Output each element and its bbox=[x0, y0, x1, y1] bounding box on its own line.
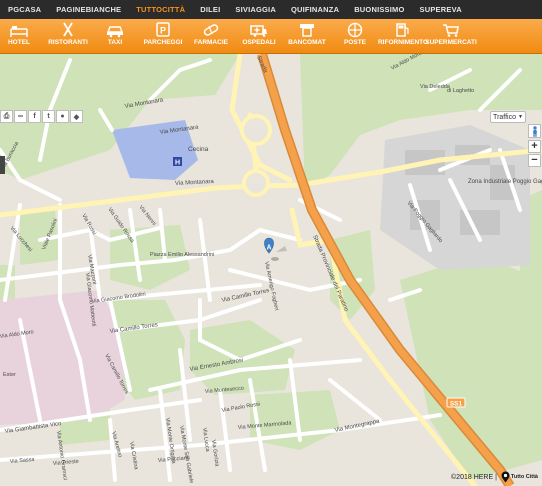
category-hotel[interactable]: HOTEL bbox=[0, 21, 38, 46]
topnav-item-paginebianche[interactable]: PAGINEBIANCHE bbox=[56, 5, 121, 14]
fuel-icon bbox=[396, 23, 409, 37]
parking-icon: P bbox=[156, 22, 170, 37]
category-supermercati[interactable]: SUPERMERCATI bbox=[425, 21, 477, 46]
brand-logo[interactable]: Tutto Città bbox=[501, 471, 538, 483]
category-taxi[interactable]: TAXI bbox=[96, 21, 134, 46]
side-panel-toggle[interactable] bbox=[0, 156, 5, 174]
category-parcheggi[interactable]: P PARCHEGGI bbox=[144, 21, 182, 46]
traffic-dropdown[interactable]: Traffico ▼ bbox=[490, 111, 526, 123]
street-view-pegman[interactable] bbox=[528, 124, 541, 138]
cutlery-icon bbox=[63, 22, 73, 37]
street-label: Cecina bbox=[188, 146, 209, 153]
category-farmacie[interactable]: FARMACIE bbox=[192, 21, 230, 46]
category-label: RIFORNIMENTO bbox=[377, 39, 429, 46]
topnav-item-supereva[interactable]: SUPEREVA bbox=[420, 5, 462, 14]
bed-icon bbox=[10, 26, 28, 37]
category-poste[interactable]: POSTE bbox=[336, 21, 374, 46]
android-icon[interactable]: ◆ bbox=[70, 110, 83, 123]
category-bar: HOTEL RISTORANTI TAXI P PARCHEGGI FARMACIE OSP… bbox=[0, 19, 542, 54]
map-footer: ©2018 HERE | Tutto Città bbox=[451, 471, 538, 483]
street-label: Ester bbox=[3, 372, 16, 378]
cart-icon bbox=[443, 24, 459, 37]
svg-text:P: P bbox=[160, 26, 166, 36]
map-container[interactable]: SS1 H Via Montanara Via Montanara Cecina Vi… bbox=[0, 54, 542, 486]
traffic-label: Traffico bbox=[493, 113, 516, 121]
marker-letter: A bbox=[266, 245, 271, 252]
category-label: RISTORANTI bbox=[48, 39, 88, 46]
category-ospedali[interactable]: OSPEDALI bbox=[240, 21, 278, 46]
category-bancomat[interactable]: BANCOMAT bbox=[288, 21, 326, 46]
station-icon-letter: H bbox=[175, 160, 180, 167]
category-label: BANCOMAT bbox=[288, 39, 326, 46]
pill-icon bbox=[203, 24, 219, 36]
zoom-in-button[interactable]: + bbox=[528, 140, 541, 153]
zoom-out-button[interactable]: − bbox=[528, 154, 541, 167]
twitter-icon[interactable]: t bbox=[42, 110, 55, 123]
topnav-item-tuttocitt[interactable]: TUTTOCITTÀ bbox=[136, 5, 185, 14]
category-label: HOTEL bbox=[7, 39, 31, 46]
car-icon bbox=[106, 26, 124, 38]
facebook-icon[interactable]: f bbox=[28, 110, 41, 123]
topnav-item-buonissimo[interactable]: BUONISSIMO bbox=[354, 5, 404, 14]
street-label: di Laghetto bbox=[447, 88, 474, 94]
brand-text: Tutto Città bbox=[510, 474, 538, 480]
atm-icon bbox=[300, 24, 314, 37]
topnav-item-pgcasa[interactable]: PGCASA bbox=[8, 5, 41, 14]
category-label: TAXI bbox=[107, 39, 123, 46]
category-rifornimento[interactable]: RIFORNIMENTO bbox=[378, 21, 428, 46]
topnav-item-quifinanza[interactable]: QUIFINANZA bbox=[291, 5, 339, 14]
category-label: SUPERMERCATI bbox=[425, 39, 477, 46]
category-label: OSPEDALI bbox=[242, 39, 276, 46]
apple-icon[interactable]: ● bbox=[56, 110, 69, 123]
road-number-text: SS1 bbox=[450, 401, 463, 408]
top-navigation: PGCASA PAGINEBIANCHE TUTTOCITTÀ DILEI SIVIAG… bbox=[0, 0, 542, 19]
topnav-item-dilei[interactable]: DILEI bbox=[200, 5, 220, 14]
chevron-down-icon: ▼ bbox=[518, 114, 523, 120]
copyright-text: ©2018 HERE | bbox=[451, 473, 497, 481]
category-label: POSTE bbox=[343, 39, 367, 46]
share-toolbar: ⎙ ∞ f t ● ◆ bbox=[0, 110, 84, 123]
ambulance-icon bbox=[250, 25, 267, 37]
street-label: Piazza Emilio Alessandrini bbox=[150, 252, 214, 258]
printer-icon[interactable]: ⎙ bbox=[0, 110, 13, 123]
street-label: Zona Industriale Poggio Gagliardo bbox=[468, 179, 542, 185]
post-icon bbox=[347, 22, 363, 38]
category-label: PARCHEGGI bbox=[143, 39, 183, 46]
map-pin-icon bbox=[501, 471, 510, 483]
link-icon[interactable]: ∞ bbox=[14, 110, 27, 123]
person-icon bbox=[532, 125, 537, 137]
topnav-item-siviaggia[interactable]: SIVIAGGIA bbox=[235, 5, 276, 14]
category-label: FARMACIE bbox=[194, 39, 228, 46]
category-ristoranti[interactable]: RISTORANTI bbox=[48, 21, 88, 46]
